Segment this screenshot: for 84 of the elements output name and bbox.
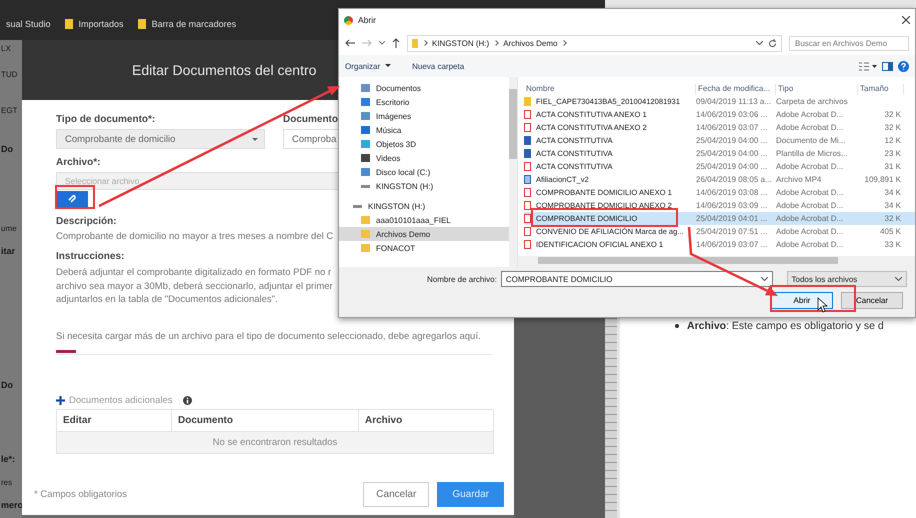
- help-icon[interactable]: [898, 60, 909, 72]
- page-text: ume: [1, 224, 17, 233]
- modal-title: Editar Documentos del centro: [132, 62, 316, 78]
- page-text: le*:: [1, 454, 16, 464]
- column-header[interactable]: Tamaño: [858, 84, 904, 95]
- cancel-button[interactable]: Cancelar: [841, 292, 903, 309]
- file-name-field[interactable]: COMPROBANTE DOMICILIO: [500, 271, 772, 287]
- column-header[interactable]: Nombre: [524, 84, 696, 95]
- bullet-icon: [675, 324, 679, 328]
- page-text: itar: [1, 246, 16, 256]
- instructions-text: adjuntarlos en la tabla de "Documentos adicionales".: [56, 293, 278, 306]
- navigation-item[interactable]: Documentos: [339, 81, 509, 95]
- field-label: Documento: [283, 114, 338, 125]
- up-arrow-icon[interactable]: [392, 38, 400, 48]
- browser-logo-icon: [344, 16, 353, 24]
- new-folder-button[interactable]: Nueva carpeta: [410, 62, 464, 70]
- page-text: mero: [1, 500, 24, 510]
- field-label: Instrucciones:: [56, 251, 124, 262]
- bookmark-item[interactable]: Barra de marcadores: [152, 19, 236, 29]
- caret-icon: [760, 277, 768, 281]
- chevron-icon: [422, 40, 428, 46]
- navigation-item[interactable]: Imágenes: [339, 109, 509, 123]
- preview-pane-icon[interactable]: [882, 62, 893, 70]
- page-text: LX: [1, 44, 11, 53]
- breadcrumb-item[interactable]: KINGSTON (H:): [432, 38, 490, 48]
- navigation-item[interactable]: Videos: [339, 151, 509, 165]
- scrollbar[interactable]: [509, 77, 517, 267]
- instructions-text: archivo sea mayor a 30Mb, deberá seccionarlo, adjuntar el primer: [56, 280, 333, 293]
- plus-icon[interactable]: [56, 396, 65, 404]
- back-icon[interactable]: [345, 39, 355, 47]
- organize-menu-button[interactable]: Organizar: [343, 62, 380, 70]
- caret-icon: [385, 64, 392, 68]
- address-bar[interactable]: KINGSTON (H:) Archivos Demo: [407, 34, 782, 52]
- column-header[interactable]: Fecha de modifica...: [696, 84, 776, 95]
- bookmark-item[interactable]: Importados: [78, 19, 124, 29]
- page-text: TUD: [1, 70, 18, 79]
- column-header: Archivo: [364, 414, 404, 428]
- field-label: Descripción:: [56, 216, 117, 227]
- dialog-title: Abrir: [358, 15, 376, 25]
- field-label: Archivo*:: [56, 157, 100, 168]
- navigation-item[interactable]: Archivos Demo: [339, 227, 509, 241]
- chevron-icon: [562, 40, 568, 46]
- tab-indicator: [56, 350, 76, 352]
- caret-icon[interactable]: [756, 41, 763, 45]
- search-field[interactable]: Buscar en Archivos Demo: [789, 36, 909, 50]
- caret-icon: [252, 138, 258, 144]
- page-text: EGT: [1, 106, 18, 115]
- page-text: res: [1, 478, 12, 487]
- note-text: Si necesita cargar más de un archivo para el tipo de documento seleccionado, debe agregarlos aquí.: [56, 330, 481, 342]
- required-fields-note: * Campos obligatorios: [34, 489, 128, 500]
- caret-icon[interactable]: [379, 41, 385, 45]
- cancel-button[interactable]: Cancelar: [363, 482, 430, 507]
- bookmark-item[interactable]: sual Studio: [6, 19, 51, 29]
- navigation-item[interactable]: FONACOT: [339, 241, 509, 255]
- mouse-pointer-icon: [818, 297, 828, 312]
- chevron-icon: [493, 40, 500, 46]
- video-file-icon: [524, 175, 531, 184]
- navigation-item[interactable]: Escritorio: [339, 95, 509, 109]
- document-text: Archivo: Este campo es obligatorio y se d: [687, 320, 884, 332]
- navigation-item[interactable]: Música: [339, 123, 509, 137]
- scrollbar[interactable]: [518, 256, 915, 267]
- instructions-text: Deberá adjuntar el comprobante digitalizado en formato PDF no r: [56, 266, 332, 280]
- field-label: Tipo de documento*:: [56, 114, 156, 125]
- navigation-item[interactable]: Objetos 3D: [339, 137, 509, 151]
- info-icon: [182, 396, 192, 404]
- breadcrumb-item[interactable]: Archivos Demo: [503, 38, 558, 48]
- view-options-icon[interactable]: [859, 62, 877, 70]
- attach-button[interactable]: [56, 191, 88, 207]
- pdf-file-icon: [524, 162, 531, 171]
- close-icon[interactable]: [902, 16, 910, 24]
- field-label: Nombre de archivo:: [427, 274, 497, 284]
- page-text: Do: [1, 144, 13, 154]
- caret-icon: [895, 277, 902, 281]
- navigation-item[interactable]: aaa010101aaa_FIEL: [339, 213, 509, 227]
- column-header[interactable]: Tipo: [776, 84, 858, 95]
- description-text: Comprobante de domicilio no mayor a tres meses a nombre del C: [56, 231, 334, 242]
- file-type-dropdown[interactable]: Todos los archivos: [786, 271, 907, 287]
- highlight-frame: [55, 185, 95, 209]
- empty-table-message: No se encontraron resultados: [57, 430, 493, 452]
- open-button[interactable]: Abrir: [771, 292, 833, 309]
- page-text: Do: [1, 380, 13, 390]
- navigation-item[interactable]: KINGSTON (H:): [339, 199, 509, 213]
- paperclip-icon: [68, 195, 76, 203]
- refresh-icon[interactable]: [768, 38, 777, 48]
